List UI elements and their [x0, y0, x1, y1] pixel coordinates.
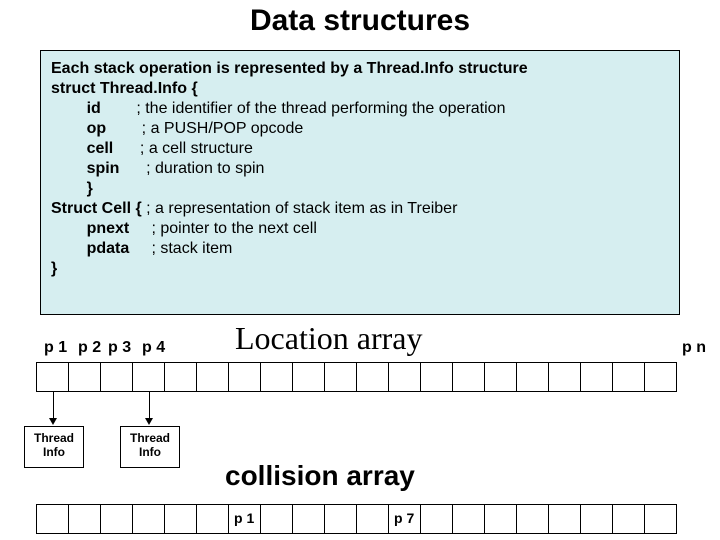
pointer-label-p1: p 1: [44, 339, 67, 357]
location-cell: [69, 363, 101, 391]
arrow-down-icon: [49, 418, 57, 425]
location-cell: [453, 363, 485, 391]
code-close-1: }: [51, 180, 93, 197]
code-line-2: struct Thread.Info {: [51, 80, 198, 97]
pointer-label-pn: p n: [682, 339, 706, 357]
location-cell: [421, 363, 453, 391]
location-cell: [165, 363, 197, 391]
pointer-label-p3: p 3: [108, 339, 131, 357]
location-cell: [357, 363, 389, 391]
location-cell: [37, 363, 69, 391]
location-array: [36, 362, 677, 392]
thread-info-box: Thread Info: [24, 426, 84, 468]
code-close-2: }: [51, 260, 57, 277]
code-field-spin: spin: [51, 160, 119, 177]
collision-cell: [293, 505, 325, 533]
location-cell: [549, 363, 581, 391]
location-cell: [197, 363, 229, 391]
code-field-pdata: pdata: [51, 240, 129, 257]
code-comment-op: ; a PUSH/POP opcode: [106, 120, 303, 137]
collision-cell: [453, 505, 485, 533]
code-comment-pdata: ; stack item: [129, 240, 232, 257]
location-cell: [517, 363, 549, 391]
collision-cell: [165, 505, 197, 533]
pointer-label-p2: p 2: [78, 339, 101, 357]
collision-cell: [485, 505, 517, 533]
arrow-line: [53, 392, 54, 418]
collision-cell: [421, 505, 453, 533]
collision-cell: [549, 505, 581, 533]
thread-info-box: Thread Info: [120, 426, 180, 468]
code-line-1: Each stack operation is represented by a…: [51, 60, 528, 77]
collision-cell: [645, 505, 677, 533]
arrow-line: [149, 392, 150, 418]
code-definition-box: Each stack operation is represented by a…: [40, 50, 680, 315]
collision-cell: [37, 505, 69, 533]
collision-cell: [613, 505, 645, 533]
arrow-down-icon: [145, 418, 153, 425]
collision-cell: [261, 505, 293, 533]
code-comment-struct: ; a representation of stack item as in T…: [142, 200, 458, 217]
code-field-id: id: [51, 100, 101, 117]
code-field-cell: cell: [51, 140, 113, 157]
collision-cell: [133, 505, 165, 533]
location-cell: [613, 363, 645, 391]
collision-cell: [325, 505, 357, 533]
collision-array-title: collision array: [225, 460, 415, 492]
code-comment-cell: ; a cell structure: [113, 140, 253, 157]
thread-info-label: Thread Info: [34, 431, 74, 459]
location-cell: [325, 363, 357, 391]
collision-cell: [357, 505, 389, 533]
collision-cell: [69, 505, 101, 533]
thread-info-label: Thread Info: [130, 431, 170, 459]
location-cell: [261, 363, 293, 391]
collision-value-p1: p 1: [234, 510, 254, 526]
location-cell: [229, 363, 261, 391]
collision-cell: [197, 505, 229, 533]
code-field-op: op: [51, 120, 106, 137]
location-cell: [581, 363, 613, 391]
location-cell: [133, 363, 165, 391]
code-field-pnext: pnext: [51, 220, 129, 237]
page-title: Data structures: [0, 0, 720, 38]
location-cell: [485, 363, 517, 391]
collision-cell: [101, 505, 133, 533]
code-comment-id: ; the identifier of the thread performin…: [101, 100, 506, 117]
collision-value-p7: p 7: [394, 510, 414, 526]
collision-array: [36, 504, 677, 534]
pointer-label-p4: p 4: [142, 339, 165, 357]
code-comment-pnext: ; pointer to the next cell: [129, 220, 317, 237]
collision-cell: [581, 505, 613, 533]
collision-cell: [517, 505, 549, 533]
code-struct-cell: Struct Cell {: [51, 200, 142, 217]
location-cell: [293, 363, 325, 391]
code-comment-spin: ; duration to spin: [119, 160, 264, 177]
location-cell: [389, 363, 421, 391]
location-cell: [101, 363, 133, 391]
location-cell: [645, 363, 677, 391]
location-array-title: Location array: [235, 320, 422, 357]
